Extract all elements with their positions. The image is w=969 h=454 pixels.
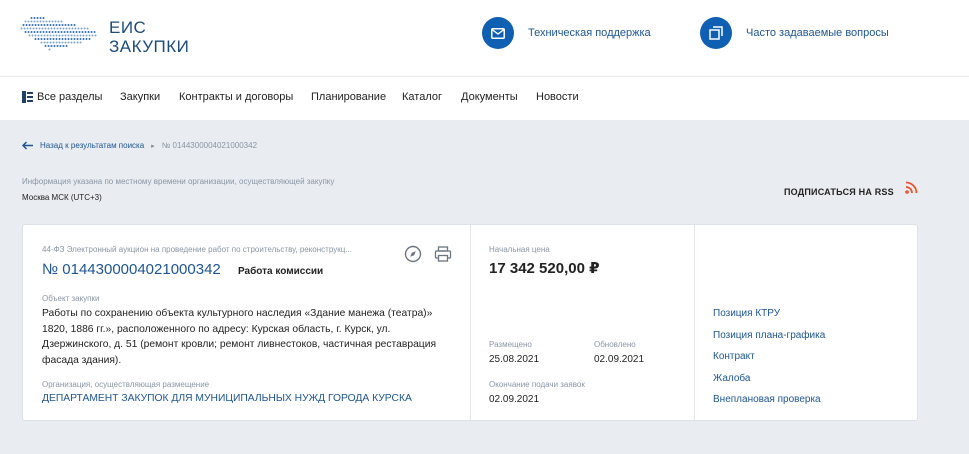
nav-item-catalog[interactable]: Каталог xyxy=(402,91,442,103)
end-date: 02.09.2021 xyxy=(489,394,540,405)
breadcrumb-separator-icon: ▸ xyxy=(151,142,155,150)
nav-item-label: Все разделы xyxy=(37,91,103,103)
breadcrumb: Назад к результатам поиска ▸ № 014430000… xyxy=(22,141,257,150)
site-logo-text[interactable]: ЕИС ЗАКУПКИ xyxy=(109,18,189,56)
russia-map-logo-icon[interactable] xyxy=(20,14,98,54)
ktru-position-link[interactable]: Позиция КТРУ xyxy=(713,308,780,319)
initial-price-label: Начальная цена xyxy=(489,245,550,254)
site-header: ЕИС ЗАКУПКИ Техническая поддержка Часто … xyxy=(0,0,969,76)
sections-icon xyxy=(22,91,33,103)
nav-item-documents[interactable]: Документы xyxy=(461,91,518,103)
column-divider xyxy=(470,225,471,420)
nav-item-planning[interactable]: Планирование xyxy=(311,91,386,103)
nav-item-purchases[interactable]: Закупки xyxy=(120,91,160,103)
rss-subscribe-link[interactable]: ПОДПИСАТЬСЯ НА RSS xyxy=(784,187,894,197)
placed-date: 25.08.2021 xyxy=(489,354,540,365)
initial-price: 17 342 520,00 ₽ xyxy=(489,260,600,277)
procedure-type: 44-ФЗ Электронный аукцион на проведение … xyxy=(42,245,352,254)
purchase-number-link[interactable]: № 0144300004021000342 xyxy=(42,261,221,278)
complaint-link[interactable]: Жалоба xyxy=(713,373,750,384)
plan-schedule-link[interactable]: Позиция плана-графика xyxy=(713,330,825,341)
purchase-stage: Работа комиссии xyxy=(238,266,324,277)
object-description: Работы по сохранению объекта культурного… xyxy=(42,308,437,366)
unscheduled-inspection-link[interactable]: Внеплановая проверка xyxy=(713,394,821,405)
purchase-card: 44-ФЗ Электронный аукцион на проведение … xyxy=(22,224,918,421)
printer-icon[interactable] xyxy=(434,245,452,263)
timezone-note: Информация указана по местному времени о… xyxy=(22,177,335,186)
rss-icon[interactable] xyxy=(905,181,918,194)
logo-line-1: ЕИС xyxy=(109,18,147,37)
faq-icon xyxy=(700,17,732,49)
logo-line-2: ЗАКУПКИ xyxy=(109,37,190,56)
updated-date: 02.09.2021 xyxy=(594,354,645,365)
column-divider xyxy=(694,225,695,420)
faq-link[interactable]: Часто задаваемые вопросы xyxy=(700,17,889,49)
organization-label: Организация, осуществляющая размещение xyxy=(42,380,210,389)
arrow-left-icon[interactable] xyxy=(22,141,34,150)
compass-icon[interactable] xyxy=(404,245,422,263)
mail-icon xyxy=(482,17,514,49)
organization-link[interactable]: ДЕПАРТАМЕНТ ЗАКУПОК ДЛЯ МУНИЦИПАЛЬНЫХ НУ… xyxy=(42,393,412,404)
main-nav: Все разделы Закупки Контракты и договоры… xyxy=(0,76,969,120)
timezone-value: Москва МСК (UTC+3) xyxy=(22,193,102,202)
placed-label: Размещено xyxy=(489,340,532,349)
updated-label: Обновлено xyxy=(594,340,636,349)
back-to-results-link[interactable]: Назад к результатам поиска xyxy=(40,141,144,150)
nav-item-all-sections[interactable]: Все разделы xyxy=(22,91,102,103)
tech-support-label: Техническая поддержка xyxy=(528,27,651,39)
object-label: Объект закупки xyxy=(42,294,100,303)
tech-support-link[interactable]: Техническая поддержка xyxy=(482,17,651,49)
faq-label: Часто задаваемые вопросы xyxy=(746,27,889,39)
nav-item-news[interactable]: Новости xyxy=(536,91,579,103)
end-date-label: Окончание подачи заявок xyxy=(489,380,585,389)
nav-item-contracts[interactable]: Контракты и договоры xyxy=(179,91,293,103)
breadcrumb-current: № 0144300004021000342 xyxy=(161,141,258,150)
contract-link[interactable]: Контракт xyxy=(713,351,755,362)
